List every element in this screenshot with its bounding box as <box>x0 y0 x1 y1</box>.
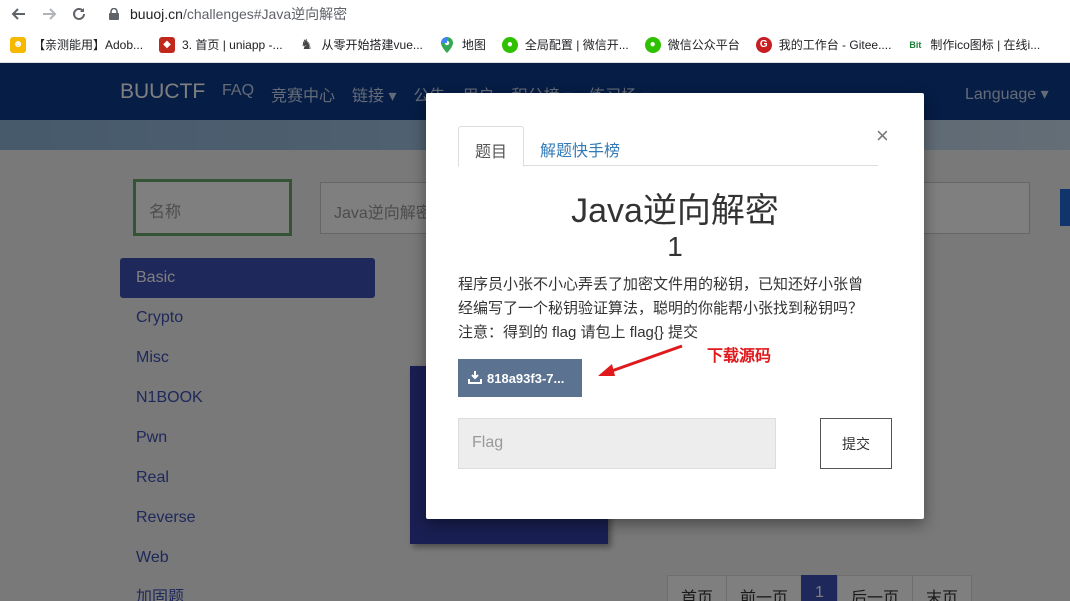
annotation-text: 下载源码 <box>707 346 772 365</box>
tab-solves[interactable]: 解题快手榜 <box>524 126 636 166</box>
tab-challenge[interactable]: 题目 <box>458 126 525 167</box>
bookmark-item[interactable]: ◆ 3. 首页 | uniapp -... <box>159 36 283 53</box>
horse-icon: ♞ <box>298 36 315 53</box>
browser-address-bar: buuoj.cn/challenges#Java逆向解密 <box>0 0 1070 27</box>
challenge-modal: × 题目 解题快手榜 Java逆向解密 1 程序员小张不小心弄丢了加密文件用的秘… <box>426 93 924 519</box>
bookmark-label: 微信公众平台 <box>667 38 740 52</box>
challenge-title: Java逆向解密 <box>571 192 779 230</box>
reload-icon[interactable] <box>68 3 90 25</box>
flag-input[interactable]: Flag <box>458 418 776 469</box>
bookmark-item[interactable]: ♞ 从零开始搭建vue... <box>298 36 423 53</box>
pixel-bird-icon: ☻ <box>10 36 26 53</box>
bookmark-item[interactable]: Bit 制作ico图标 | 在线i... <box>907 36 1040 53</box>
download-file-label: 818a93f3-7... <box>487 370 565 386</box>
bookmark-label: 制作ico图标 | 在线i... <box>930 38 1041 52</box>
bookmark-label: 3. 首页 | uniapp -... <box>182 38 283 52</box>
download-file-button[interactable]: 818a93f3-7... <box>458 359 582 397</box>
bookmark-label: 地图 <box>461 38 486 52</box>
bit-icon: Bit <box>907 36 924 53</box>
modal-tabs: 题目 解题快手榜 <box>458 126 878 167</box>
bookmark-label: 全局配置 | 微信开... <box>524 38 629 52</box>
wechat-icon: ● <box>644 36 661 53</box>
url-path: /challenges#Java逆向解密 <box>182 5 348 22</box>
url-host: buuoj.cn <box>130 5 183 22</box>
submit-button[interactable]: 提交 <box>820 418 892 469</box>
bookmark-label: 【亲测能用】Adob... <box>33 38 144 52</box>
red-square-icon: ◆ <box>159 36 176 53</box>
lock-icon[interactable] <box>108 7 120 20</box>
gitee-icon: G <box>755 36 772 53</box>
bookmark-label: 我的工作台 - Gitee.... <box>778 38 892 52</box>
bookmark-item[interactable]: ☻ 【亲测能用】Adob... <box>10 36 143 53</box>
challenge-description: 程序员小张不小心弄丢了加密文件用的秘钥，已知还好小张曾 经编写了一个秘钥验证算法… <box>458 273 898 345</box>
annotation-arrow-icon <box>598 344 683 376</box>
bookmark-item[interactable]: G 我的工作台 - Gitee.... <box>755 36 892 53</box>
description-line: 程序员小张不小心弄丢了加密文件用的秘钥，已知还好小张曾 <box>458 276 864 293</box>
bookmark-item[interactable]: 地图 <box>438 36 486 53</box>
description-line: 经编写了一个秘钥验证算法，聪明的你能帮小张找到秘钥吗？ <box>458 300 864 317</box>
bookmark-label: 从零开始搭建vue... <box>321 38 423 52</box>
bookmarks-bar: ☻ 【亲测能用】Adob... ◆ 3. 首页 | uniapp -... ♞ … <box>0 27 1070 63</box>
challenge-value: 1 <box>667 231 683 262</box>
wechat-icon: ● <box>501 36 518 53</box>
url-text[interactable]: buuoj.cn/challenges#Java逆向解密 <box>130 4 347 24</box>
forward-arrow-icon[interactable] <box>38 3 60 25</box>
maps-pin-icon <box>438 36 455 53</box>
download-icon <box>468 370 482 387</box>
bookmark-item[interactable]: ● 全局配置 | 微信开... <box>501 36 629 53</box>
bookmark-item[interactable]: ● 微信公众平台 <box>644 36 740 53</box>
back-arrow-icon[interactable] <box>8 3 30 25</box>
